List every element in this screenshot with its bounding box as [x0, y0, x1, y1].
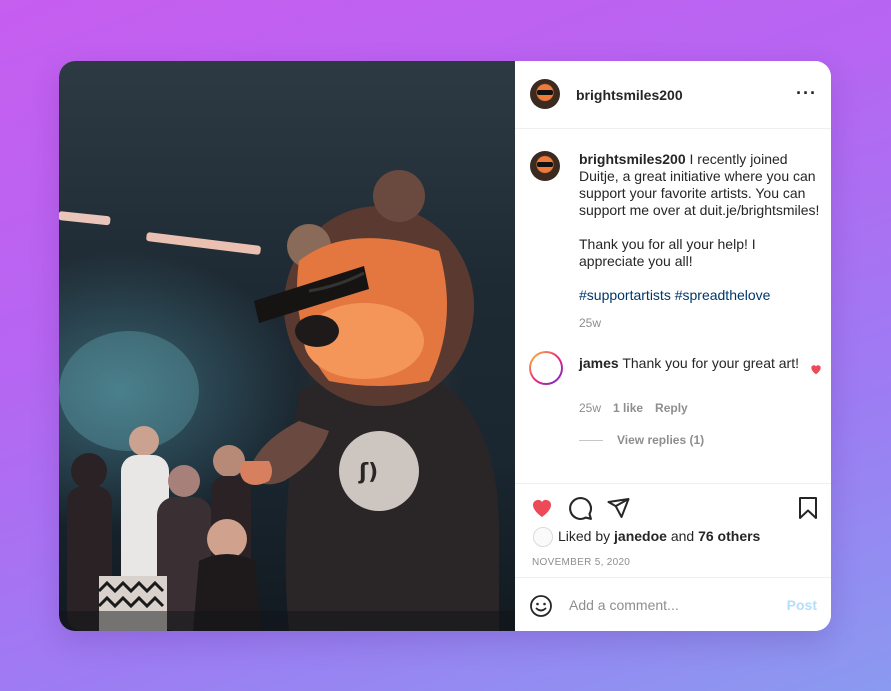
caption-username[interactable]: brightsmiles200 [579, 151, 686, 167]
liked-by-prefix: Liked by [558, 528, 611, 544]
photo-illustration: ʃ) [59, 170, 515, 631]
comment-input[interactable]: Add a comment... [569, 597, 679, 613]
caption-avatar[interactable] [530, 151, 560, 181]
replies-divider [579, 439, 603, 441]
more-options-icon[interactable]: ··· [796, 84, 817, 102]
commenter-username[interactable]: james [579, 355, 619, 371]
comment-body: james Thank you for your great art! [579, 355, 799, 372]
post-photo[interactable]: ʃ) [59, 61, 515, 631]
post-caption: brightsmiles200 I recently joined Duitje… [579, 151, 824, 332]
comment-meta: 25w 1 like Reply [579, 401, 688, 415]
commenter-avatar[interactable] [529, 351, 563, 385]
heart-icon[interactable] [529, 496, 555, 520]
view-replies-label[interactable]: View replies (1) [617, 433, 704, 447]
svg-text:ʃ): ʃ) [358, 460, 378, 485]
comment-composer: Add a comment... Post [515, 577, 831, 631]
post-details-panel: brightsmiles200 ··· brightsmiles200 I re… [515, 61, 831, 631]
emoji-icon[interactable] [529, 594, 553, 618]
comment-likes[interactable]: 1 like [613, 401, 643, 415]
caption-paragraph-1: brightsmiles200 I recently joined Duitje… [579, 151, 824, 219]
liked-by-user[interactable]: janedoe [614, 528, 667, 544]
liked-by-and: and [670, 528, 695, 544]
comment-age: 25w [579, 401, 602, 415]
bookmark-icon[interactable] [796, 495, 820, 521]
caption-hashtags[interactable]: #supportartists #spreadthelove [579, 287, 824, 304]
author-avatar[interactable] [530, 79, 560, 109]
comment-icon[interactable] [568, 496, 593, 521]
post-header: brightsmiles200 ··· [515, 61, 831, 129]
caption-text-2: Thank you for all your help! I appreciat… [579, 236, 756, 269]
comment-text: Thank you for your great art! [622, 355, 799, 371]
view-replies[interactable]: View replies (1) [579, 433, 704, 447]
comment-reply-button[interactable]: Reply [655, 401, 688, 415]
liked-by: Liked by janedoe and 76 others [558, 528, 760, 544]
comment-heart-icon[interactable] [809, 362, 823, 376]
post-date: NOVEMBER 5, 2020 [532, 557, 631, 568]
author-username[interactable]: brightsmiles200 [576, 87, 683, 103]
caption-age: 25w [579, 316, 602, 330]
liked-by-avatar[interactable] [533, 527, 553, 547]
post-card: ʃ) brightsmiles200 ··· brightsmiles200 I… [59, 61, 831, 631]
post-comment-button[interactable]: Post [787, 597, 817, 613]
send-icon[interactable] [606, 496, 631, 520]
liked-by-others[interactable]: 76 others [698, 528, 760, 544]
